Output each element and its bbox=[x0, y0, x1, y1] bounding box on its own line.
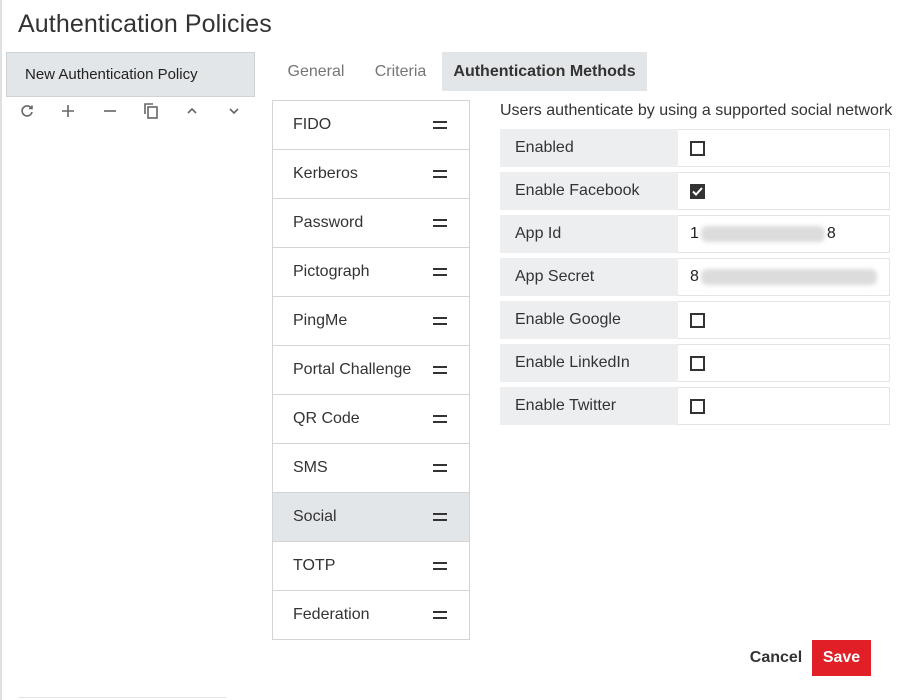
field-row-enable-twitter: Enable Twitter bbox=[500, 387, 890, 425]
tab-criteria[interactable]: Criteria bbox=[362, 52, 439, 91]
method-label: FIDO bbox=[293, 116, 332, 133]
field-row-enable-facebook: Enable Facebook bbox=[500, 172, 890, 210]
field-label: Enable LinkedIn bbox=[500, 344, 678, 382]
drag-handle-icon[interactable] bbox=[433, 611, 447, 619]
field-label: App Id bbox=[500, 215, 678, 253]
minus-icon[interactable] bbox=[98, 98, 122, 124]
tab-authentication-methods[interactable]: Authentication Methods bbox=[442, 52, 647, 91]
app-secret-field[interactable]: 8 bbox=[678, 258, 890, 296]
app-id-field[interactable]: 1 8 bbox=[678, 215, 890, 253]
method-label: Federation bbox=[293, 606, 370, 623]
app-id-value-end: 8 bbox=[826, 225, 836, 242]
page-title: Authentication Policies bbox=[18, 10, 272, 38]
method-label: Kerberos bbox=[293, 165, 358, 182]
method-label: SMS bbox=[293, 459, 328, 476]
field-label: Enable Facebook bbox=[500, 172, 678, 210]
method-label: QR Code bbox=[293, 410, 360, 427]
drag-handle-icon[interactable] bbox=[433, 121, 447, 129]
method-item-pingme[interactable]: PingMe bbox=[273, 297, 469, 346]
method-item-fido[interactable]: FIDO bbox=[273, 101, 469, 150]
app-root: Authentication Policies New Authenticati… bbox=[0, 0, 908, 700]
method-label: Pictograph bbox=[293, 263, 370, 280]
policy-list-item[interactable]: New Authentication Policy bbox=[6, 52, 255, 97]
app-id-value-start: 1 bbox=[690, 225, 699, 242]
method-item-kerberos[interactable]: Kerberos bbox=[273, 150, 469, 199]
enabled-checkbox[interactable] bbox=[690, 140, 705, 156]
method-item-social[interactable]: Social bbox=[273, 493, 469, 542]
method-item-federation[interactable]: Federation bbox=[273, 591, 469, 640]
checkmark-icon bbox=[692, 186, 703, 196]
field-label: Enabled bbox=[500, 129, 678, 167]
drag-handle-icon[interactable] bbox=[433, 415, 447, 423]
copy-icon[interactable] bbox=[139, 98, 163, 124]
drag-handle-icon[interactable] bbox=[433, 562, 447, 570]
social-settings-form: Enabled Enable Facebook App Id 1 8 App S… bbox=[500, 129, 890, 430]
method-label: Social bbox=[293, 508, 337, 525]
method-description: Users authenticate by using a supported … bbox=[500, 102, 893, 119]
methods-list: FIDO Kerberos Password Pictograph PingMe… bbox=[272, 100, 470, 640]
drag-handle-icon[interactable] bbox=[433, 268, 447, 276]
policy-toolbar bbox=[6, 98, 255, 124]
tab-general[interactable]: General bbox=[276, 52, 356, 91]
drag-handle-icon[interactable] bbox=[433, 366, 447, 374]
enable-twitter-checkbox[interactable] bbox=[690, 398, 705, 414]
method-label: Password bbox=[293, 214, 364, 231]
left-border bbox=[0, 0, 2, 700]
method-item-qr-code[interactable]: QR Code bbox=[273, 395, 469, 444]
app-secret-value-start: 8 bbox=[690, 268, 699, 285]
field-label: Enable Twitter bbox=[500, 387, 678, 425]
method-item-pictograph[interactable]: Pictograph bbox=[273, 248, 469, 297]
drag-handle-icon[interactable] bbox=[433, 219, 447, 227]
field-row-enable-linkedin: Enable LinkedIn bbox=[500, 344, 890, 382]
method-item-portal-challenge[interactable]: Portal Challenge bbox=[273, 346, 469, 395]
field-row-app-id: App Id 1 8 bbox=[500, 215, 890, 253]
method-label: Portal Challenge bbox=[293, 361, 412, 378]
field-row-enabled: Enabled bbox=[500, 129, 890, 167]
drag-handle-icon[interactable] bbox=[433, 513, 447, 521]
drag-handle-icon[interactable] bbox=[433, 464, 447, 472]
field-label: App Secret bbox=[500, 258, 678, 296]
enable-google-checkbox[interactable] bbox=[690, 312, 705, 328]
field-label: Enable Google bbox=[500, 301, 678, 339]
method-item-password[interactable]: Password bbox=[273, 199, 469, 248]
field-row-enable-google: Enable Google bbox=[500, 301, 890, 339]
enable-facebook-checkbox[interactable] bbox=[690, 183, 705, 199]
divider bbox=[18, 697, 226, 698]
cancel-button[interactable]: Cancel bbox=[744, 641, 808, 675]
method-label: PingMe bbox=[293, 312, 348, 329]
field-row-app-secret: App Secret 8 bbox=[500, 258, 890, 296]
plus-icon[interactable] bbox=[56, 98, 80, 124]
method-label: TOTP bbox=[293, 557, 336, 574]
method-item-sms[interactable]: SMS bbox=[273, 444, 469, 493]
method-item-totp[interactable]: TOTP bbox=[273, 542, 469, 591]
drag-handle-icon[interactable] bbox=[433, 317, 447, 325]
drag-handle-icon[interactable] bbox=[433, 170, 447, 178]
redacted-mask bbox=[700, 269, 877, 285]
save-button[interactable]: Save bbox=[812, 640, 871, 676]
chevron-up-icon[interactable] bbox=[180, 98, 204, 124]
enable-linkedin-checkbox[interactable] bbox=[690, 355, 705, 371]
refresh-icon[interactable] bbox=[15, 98, 39, 124]
redacted-mask bbox=[700, 226, 825, 242]
chevron-down-icon[interactable] bbox=[222, 98, 246, 124]
